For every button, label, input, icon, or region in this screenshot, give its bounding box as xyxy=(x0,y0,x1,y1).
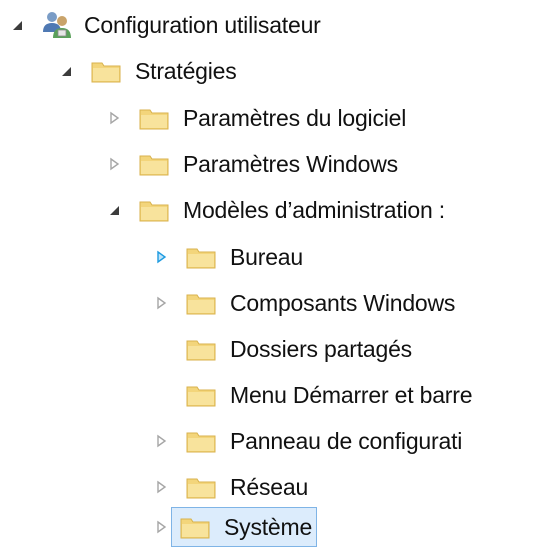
tree-root-label-wrap: Configuration utilisateur xyxy=(84,6,325,44)
folder-icon xyxy=(180,515,210,539)
tree-item-label: Stratégies xyxy=(135,57,237,84)
tree-item-parametres-windows[interactable]: Paramètres Windows xyxy=(103,141,402,187)
tree-item-composants-windows[interactable]: Composants Windows xyxy=(150,280,459,326)
folder-icon xyxy=(186,291,216,315)
tree-item-label: Composants Windows xyxy=(230,289,456,316)
tree-item-bureau[interactable]: Bureau xyxy=(150,234,307,280)
tree-item-label: Dossiers partagés xyxy=(230,335,412,362)
folder-icon xyxy=(139,152,169,176)
tree-item-dossiers-partages[interactable]: Dossiers partagés xyxy=(150,326,416,372)
tree-item-label: Paramètres Windows xyxy=(183,150,398,177)
tree-item-label-wrap: Réseau xyxy=(230,468,312,506)
tree-root-label: Configuration utilisateur xyxy=(84,11,321,38)
collapsed-arrow-hover-icon[interactable] xyxy=(150,246,172,268)
selected-item-highlight: Système xyxy=(170,507,318,547)
tree-item-label: Modèles d’administration : xyxy=(183,196,445,223)
tree-item-label-wrap: Paramètres Windows xyxy=(183,145,402,183)
collapsed-arrow-icon[interactable] xyxy=(150,292,172,314)
tree-item-systeme[interactable]: Système xyxy=(150,504,318,550)
tree-item-modeles-administration[interactable]: Modèles d’administration : xyxy=(103,187,449,233)
tree-root-configuration-utilisateur[interactable]: Configuration utilisateur xyxy=(6,2,325,48)
collapsed-arrow-icon[interactable] xyxy=(150,476,172,498)
tree-item-menu-demarrer[interactable]: Menu Démarrer et barre xyxy=(150,372,476,418)
folder-icon xyxy=(186,475,216,499)
tree-item-parametres-logiciel[interactable]: Paramètres du logiciel xyxy=(103,95,410,141)
tree-item-label-wrap: Dossiers partagés xyxy=(230,330,416,368)
tree-item-label-wrap: Modèles d’administration : xyxy=(183,191,449,229)
collapsed-arrow-icon[interactable] xyxy=(103,107,125,129)
folder-icon xyxy=(91,59,121,83)
tree-item-label: Panneau de configurati xyxy=(230,427,463,454)
tree-item-label: Menu Démarrer et barre xyxy=(230,381,473,408)
folder-icon xyxy=(139,198,169,222)
tree-item-label-wrap: Menu Démarrer et barre xyxy=(230,376,476,414)
tree-item-label: Paramètres du logiciel xyxy=(183,104,407,131)
tree-item-panneau-configuration[interactable]: Panneau de configurati xyxy=(150,418,466,464)
tree-item-label-wrap: Paramètres du logiciel xyxy=(183,99,410,137)
folder-icon xyxy=(186,245,216,269)
collapsed-arrow-icon[interactable] xyxy=(150,516,172,538)
tree-item-label-wrap: Stratégies xyxy=(135,52,241,90)
tree-item-strategies[interactable]: Stratégies xyxy=(55,48,241,94)
collapsed-arrow-icon[interactable] xyxy=(150,430,172,452)
expanded-arrow-icon[interactable] xyxy=(103,199,125,221)
folder-icon xyxy=(186,337,216,361)
tree-view: Configuration utilisateur Stratégies Par… xyxy=(0,0,557,547)
tree-item-label: Réseau xyxy=(230,473,309,500)
expanded-arrow-icon[interactable] xyxy=(6,14,28,36)
expanded-arrow-icon[interactable] xyxy=(55,60,77,82)
tree-item-label: Système xyxy=(224,513,313,540)
collapsed-arrow-icon[interactable] xyxy=(103,153,125,175)
tree-item-label-wrap: Panneau de configurati xyxy=(230,422,466,460)
folder-icon xyxy=(186,383,216,407)
tree-item-label: Bureau xyxy=(230,243,303,270)
tree-item-label-wrap: Composants Windows xyxy=(230,284,459,322)
folder-icon xyxy=(186,429,216,453)
tree-item-label-wrap: Bureau xyxy=(230,238,307,276)
folder-icon xyxy=(139,106,169,130)
users-group-icon xyxy=(40,8,74,42)
